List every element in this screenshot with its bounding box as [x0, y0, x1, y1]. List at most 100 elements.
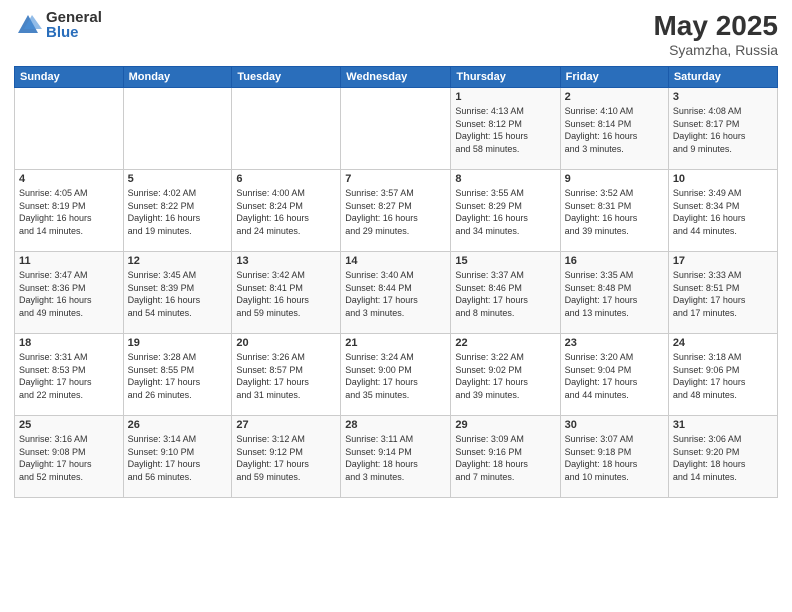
day-info-22: Sunrise: 3:22 AM Sunset: 9:02 PM Dayligh…	[455, 351, 555, 401]
cell-w5-d0: 25Sunrise: 3:16 AM Sunset: 9:08 PM Dayli…	[15, 416, 124, 498]
cell-w3-d0: 11 Sunrise: 3:47 AM Sunset: 8:36 PM Dayli…	[15, 252, 124, 334]
day-info-9: Sunrise: 3:52 AM Sunset: 8:31 PM Dayligh…	[565, 187, 664, 237]
col-tuesday: Tuesday	[232, 67, 341, 88]
day-number-30: 30	[565, 419, 664, 431]
day-info-3: Sunrise: 4:08 AM Sunset: 8:17 PM Dayligh…	[673, 105, 773, 155]
cell-w4-d1: 19 Sunrise: 3:28 AM Sunset: 8:55 PM Dayli…	[123, 334, 232, 416]
day-info-8: Sunrise: 3:55 AM Sunset: 8:29 PM Dayligh…	[455, 187, 555, 237]
week-row-5: 25Sunrise: 3:16 AM Sunset: 9:08 PM Dayli…	[15, 416, 778, 498]
day-number-8: 8	[455, 173, 555, 185]
cell-w3-d6: 17Sunrise: 3:33 AM Sunset: 8:51 PM Dayli…	[668, 252, 777, 334]
day-number-20: 20	[236, 337, 336, 349]
calendar-table: Sunday Monday Tuesday Wednesday Thursday…	[14, 66, 778, 498]
cell-w4-d0: 18Sunrise: 3:31 AM Sunset: 8:53 PM Dayli…	[15, 334, 124, 416]
col-monday: Monday	[123, 67, 232, 88]
day-info-6: Sunrise: 4:00 AM Sunset: 8:24 PM Dayligh…	[236, 187, 336, 237]
day-number-25: 25	[19, 419, 119, 431]
cell-w2-d1: 5 Sunrise: 4:02 AM Sunset: 8:22 PM Daylig…	[123, 170, 232, 252]
title-location: Syamzha, Russia	[653, 42, 778, 58]
week-row-1: 1Sunrise: 4:13 AM Sunset: 8:12 PM Daylig…	[15, 88, 778, 170]
day-number-22: 22	[455, 337, 555, 349]
day-number-6: 6	[236, 173, 336, 185]
cell-w3-d5: 16Sunrise: 3:35 AM Sunset: 8:48 PM Dayli…	[560, 252, 668, 334]
day-number-27: 27	[236, 419, 336, 431]
week-row-4: 18Sunrise: 3:31 AM Sunset: 8:53 PM Dayli…	[15, 334, 778, 416]
cell-w1-d2	[232, 88, 341, 170]
day-info-1: Sunrise: 4:13 AM Sunset: 8:12 PM Dayligh…	[455, 105, 555, 155]
cell-w1-d1	[123, 88, 232, 170]
day-number-9: 9	[565, 173, 664, 185]
day-number-17: 17	[673, 255, 773, 267]
calendar-header: Sunday Monday Tuesday Wednesday Thursday…	[15, 67, 778, 88]
day-number-10: 10	[673, 173, 773, 185]
day-info-30: Sunrise: 3:07 AM Sunset: 9:18 PM Dayligh…	[565, 433, 664, 483]
day-info-12: Sunrise: 3:45 AM Sunset: 8:39 PM Dayligh…	[128, 269, 228, 319]
day-info-10: Sunrise: 3:49 AM Sunset: 8:34 PM Dayligh…	[673, 187, 773, 237]
logo: General Blue	[14, 10, 102, 40]
cell-w1-d5: 2 Sunrise: 4:10 AM Sunset: 8:14 PM Daylig…	[560, 88, 668, 170]
header: General Blue May 2025 Syamzha, Russia	[14, 10, 778, 58]
day-info-11: Sunrise: 3:47 AM Sunset: 8:36 PM Dayligh…	[19, 269, 119, 319]
day-info-21: Sunrise: 3:24 AM Sunset: 9:00 PM Dayligh…	[345, 351, 446, 401]
cell-w4-d2: 20Sunrise: 3:26 AM Sunset: 8:57 PM Dayli…	[232, 334, 341, 416]
col-wednesday: Wednesday	[341, 67, 451, 88]
cell-w2-d0: 4 Sunrise: 4:05 AM Sunset: 8:19 PM Daylig…	[15, 170, 124, 252]
page: General Blue May 2025 Syamzha, Russia Su…	[0, 0, 792, 612]
day-number-28: 28	[345, 419, 446, 431]
day-info-13: Sunrise: 3:42 AM Sunset: 8:41 PM Dayligh…	[236, 269, 336, 319]
cell-w5-d1: 26Sunrise: 3:14 AM Sunset: 9:10 PM Dayli…	[123, 416, 232, 498]
cell-w3-d4: 15 Sunrise: 3:37 AM Sunset: 8:46 PM Dayli…	[451, 252, 560, 334]
calendar-body: 1Sunrise: 4:13 AM Sunset: 8:12 PM Daylig…	[15, 88, 778, 498]
cell-w4-d4: 22 Sunrise: 3:22 AM Sunset: 9:02 PM Dayli…	[451, 334, 560, 416]
cell-w4-d5: 23 Sunrise: 3:20 AM Sunset: 9:04 PM Dayli…	[560, 334, 668, 416]
day-info-15: Sunrise: 3:37 AM Sunset: 8:46 PM Dayligh…	[455, 269, 555, 319]
day-info-24: Sunrise: 3:18 AM Sunset: 9:06 PM Dayligh…	[673, 351, 773, 401]
cell-w5-d6: 31 Sunrise: 3:06 AM Sunset: 9:20 PM Dayli…	[668, 416, 777, 498]
day-number-5: 5	[128, 173, 228, 185]
day-info-23: Sunrise: 3:20 AM Sunset: 9:04 PM Dayligh…	[565, 351, 664, 401]
day-number-2: 2	[565, 91, 664, 103]
cell-w1-d3	[341, 88, 451, 170]
week-row-2: 4 Sunrise: 4:05 AM Sunset: 8:19 PM Daylig…	[15, 170, 778, 252]
day-number-31: 31	[673, 419, 773, 431]
day-info-27: Sunrise: 3:12 AM Sunset: 9:12 PM Dayligh…	[236, 433, 336, 483]
cell-w3-d3: 14 Sunrise: 3:40 AM Sunset: 8:44 PM Dayli…	[341, 252, 451, 334]
day-number-4: 4	[19, 173, 119, 185]
header-row: Sunday Monday Tuesday Wednesday Thursday…	[15, 67, 778, 88]
day-info-19: Sunrise: 3:28 AM Sunset: 8:55 PM Dayligh…	[128, 351, 228, 401]
day-number-18: 18	[19, 337, 119, 349]
cell-w5-d2: 27 Sunrise: 3:12 AM Sunset: 9:12 PM Dayli…	[232, 416, 341, 498]
day-info-4: Sunrise: 4:05 AM Sunset: 8:19 PM Dayligh…	[19, 187, 119, 237]
day-number-7: 7	[345, 173, 446, 185]
cell-w5-d5: 30 Sunrise: 3:07 AM Sunset: 9:18 PM Dayli…	[560, 416, 668, 498]
cell-w2-d5: 9 Sunrise: 3:52 AM Sunset: 8:31 PM Daylig…	[560, 170, 668, 252]
day-number-11: 11	[19, 255, 119, 267]
day-info-31: Sunrise: 3:06 AM Sunset: 9:20 PM Dayligh…	[673, 433, 773, 483]
cell-w5-d4: 29 Sunrise: 3:09 AM Sunset: 9:16 PM Dayli…	[451, 416, 560, 498]
col-saturday: Saturday	[668, 67, 777, 88]
day-number-23: 23	[565, 337, 664, 349]
week-row-3: 11 Sunrise: 3:47 AM Sunset: 8:36 PM Dayli…	[15, 252, 778, 334]
day-number-26: 26	[128, 419, 228, 431]
title-block: May 2025 Syamzha, Russia	[653, 10, 778, 58]
col-thursday: Thursday	[451, 67, 560, 88]
day-info-5: Sunrise: 4:02 AM Sunset: 8:22 PM Dayligh…	[128, 187, 228, 237]
day-number-15: 15	[455, 255, 555, 267]
day-number-16: 16	[565, 255, 664, 267]
day-number-19: 19	[128, 337, 228, 349]
day-info-14: Sunrise: 3:40 AM Sunset: 8:44 PM Dayligh…	[345, 269, 446, 319]
day-info-2: Sunrise: 4:10 AM Sunset: 8:14 PM Dayligh…	[565, 105, 664, 155]
day-number-14: 14	[345, 255, 446, 267]
cell-w2-d2: 6 Sunrise: 4:00 AM Sunset: 8:24 PM Daylig…	[232, 170, 341, 252]
logo-icon	[14, 11, 42, 39]
day-number-21: 21	[345, 337, 446, 349]
col-friday: Friday	[560, 67, 668, 88]
cell-w2-d6: 10 Sunrise: 3:49 AM Sunset: 8:34 PM Dayli…	[668, 170, 777, 252]
logo-general-text: General	[46, 10, 102, 25]
logo-blue-text: Blue	[46, 25, 102, 40]
day-info-29: Sunrise: 3:09 AM Sunset: 9:16 PM Dayligh…	[455, 433, 555, 483]
day-number-24: 24	[673, 337, 773, 349]
day-info-28: Sunrise: 3:11 AM Sunset: 9:14 PM Dayligh…	[345, 433, 446, 483]
day-number-12: 12	[128, 255, 228, 267]
day-number-29: 29	[455, 419, 555, 431]
